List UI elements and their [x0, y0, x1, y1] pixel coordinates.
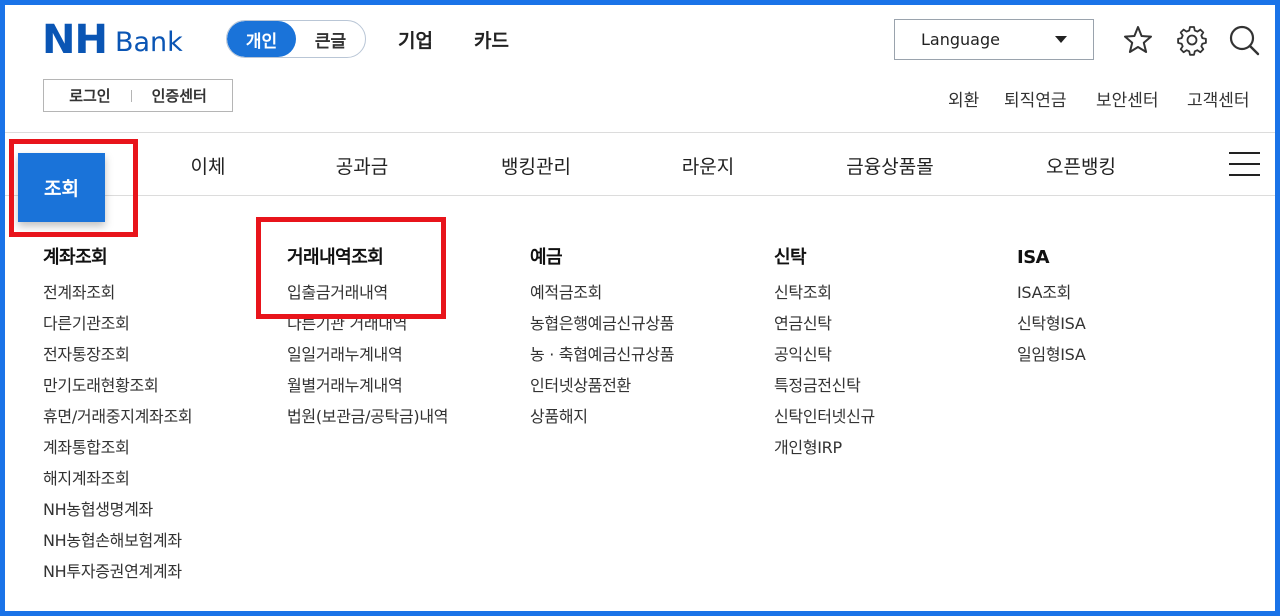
menu-column-trust: 신탁 신탁조회 연금신탁 공익신탁 특정금전신탁 신탁인터넷신규 개인형IRP — [774, 246, 875, 470]
menu-item[interactable]: 다른기관 거래내역 — [287, 315, 448, 346]
menu-item[interactable]: 공익신탁 — [774, 346, 875, 377]
menu-item[interactable]: 개인형IRP — [774, 439, 875, 470]
top-link-corporate[interactable]: 기업 — [398, 26, 433, 53]
menu-item[interactable]: 신탁형ISA — [1017, 315, 1086, 346]
column-title[interactable]: 계좌조회 — [43, 246, 192, 270]
gear-icon[interactable] — [1176, 24, 1208, 56]
column-title[interactable]: 거래내역조회 — [287, 246, 448, 270]
menu-item[interactable]: NH농협손해보험계좌 — [43, 532, 192, 563]
menu-item[interactable]: ISA조회 — [1017, 284, 1085, 315]
menu-item[interactable]: 월별거래누계내역 — [287, 377, 448, 408]
top-link-card[interactable]: 카드 — [474, 26, 509, 53]
segment-personal[interactable]: 개인 — [227, 21, 296, 57]
column-title[interactable]: ISA — [1017, 246, 1085, 270]
menu-item[interactable]: 예적금조회 — [530, 284, 674, 315]
menu-item[interactable]: 상품해지 — [530, 408, 674, 439]
menu-item[interactable]: 특정금전신탁 — [774, 377, 875, 408]
gnb-item-transfer[interactable]: 이체 — [168, 152, 248, 178]
menu-item[interactable]: 신탁인터넷신규 — [774, 408, 875, 439]
star-icon[interactable] — [1122, 24, 1154, 56]
language-select-label: Language — [921, 30, 1000, 49]
gnb-item-banking-management[interactable]: 뱅킹관리 — [486, 152, 586, 178]
caret-down-icon — [1055, 36, 1067, 43]
column-title[interactable]: 예금 — [530, 246, 674, 270]
menu-item[interactable]: 일임형ISA — [1017, 346, 1086, 377]
menu-item[interactable]: 만기도래현황조회 — [43, 377, 192, 408]
menu-item[interactable]: NH투자증권연계계좌 — [43, 563, 192, 594]
util-link-customer-center[interactable]: 고객센터 — [1187, 86, 1250, 111]
menu-item[interactable]: 계좌통합조회 — [43, 439, 192, 470]
menu-item[interactable]: 인터넷상품전환 — [530, 377, 674, 408]
auth-buttons: 로그인 인증센터 — [43, 79, 233, 112]
menu-item[interactable]: 법원(보관금/공탁금)내역 — [287, 408, 448, 439]
menu-item[interactable]: 일일거래누계내역 — [287, 346, 448, 377]
logo-bank-text: Bank — [114, 27, 183, 58]
gnb-item-financial-mall[interactable]: 금융상품몰 — [835, 152, 945, 178]
segment-large-font[interactable]: 큰글 — [296, 21, 365, 57]
menu-column-deposit: 예금 예적금조회 농협은행예금신규상품 농 · 축협예금신규상품 인터넷상품전환… — [530, 246, 675, 439]
menu-item[interactable]: 농협은행예금신규상품 — [530, 315, 675, 346]
menu-column-transaction-history: 거래내역조회 입출금거래내역 다른기관 거래내역 일일거래누계내역 월별거래누계… — [287, 246, 448, 439]
language-select[interactable]: Language — [894, 19, 1094, 60]
menu-item[interactable]: 다른기관조회 — [43, 315, 192, 346]
menu-item[interactable]: NH농협생명계좌 — [43, 501, 192, 532]
menu-column-isa: ISA ISA조회 신탁형ISA 일임형ISA — [1017, 246, 1086, 377]
gnb-item-utility-bills[interactable]: 공과금 — [322, 152, 402, 178]
column-title[interactable]: 신탁 — [774, 246, 875, 270]
search-icon[interactable] — [1228, 24, 1260, 56]
nh-bank-logo[interactable]: NH Bank — [42, 17, 183, 63]
menu-item[interactable]: 휴면/거래중지계좌조회 — [43, 408, 193, 439]
menu-item[interactable]: 입출금거래내역 — [287, 284, 448, 315]
customer-type-toggle: 개인 큰글 — [226, 20, 366, 58]
menu-item[interactable]: 전자통장조회 — [43, 346, 192, 377]
menu-column-account-inquiry: 계좌조회 전계좌조회 다른기관조회 전자통장조회 만기도래현황조회 휴면/거래중… — [43, 246, 193, 594]
menu-item[interactable]: 농 · 축협예금신규상품 — [530, 346, 674, 377]
gnb-item-open-banking[interactable]: 오픈뱅킹 — [1031, 152, 1131, 178]
hamburger-menu-icon[interactable] — [1229, 152, 1260, 176]
login-button[interactable]: 로그인 — [69, 85, 110, 106]
menu-item[interactable]: 신탁조회 — [774, 284, 875, 315]
gnb-item-inquiry[interactable]: 조회 — [18, 153, 105, 222]
util-link-forex[interactable]: 외환 — [948, 86, 979, 111]
gnb-item-lounge[interactable]: 라운지 — [668, 152, 748, 178]
menu-item[interactable]: 해지계좌조회 — [43, 470, 192, 501]
util-link-security-center[interactable]: 보안센터 — [1096, 86, 1159, 111]
util-link-pension[interactable]: 퇴직연금 — [1004, 86, 1067, 111]
menu-item[interactable]: 전계좌조회 — [43, 284, 192, 315]
menu-item[interactable]: 연금신탁 — [774, 315, 875, 346]
auth-divider — [130, 89, 132, 102]
certificate-center-button[interactable]: 인증센터 — [152, 85, 207, 106]
logo-nh-text: NH — [42, 17, 108, 63]
